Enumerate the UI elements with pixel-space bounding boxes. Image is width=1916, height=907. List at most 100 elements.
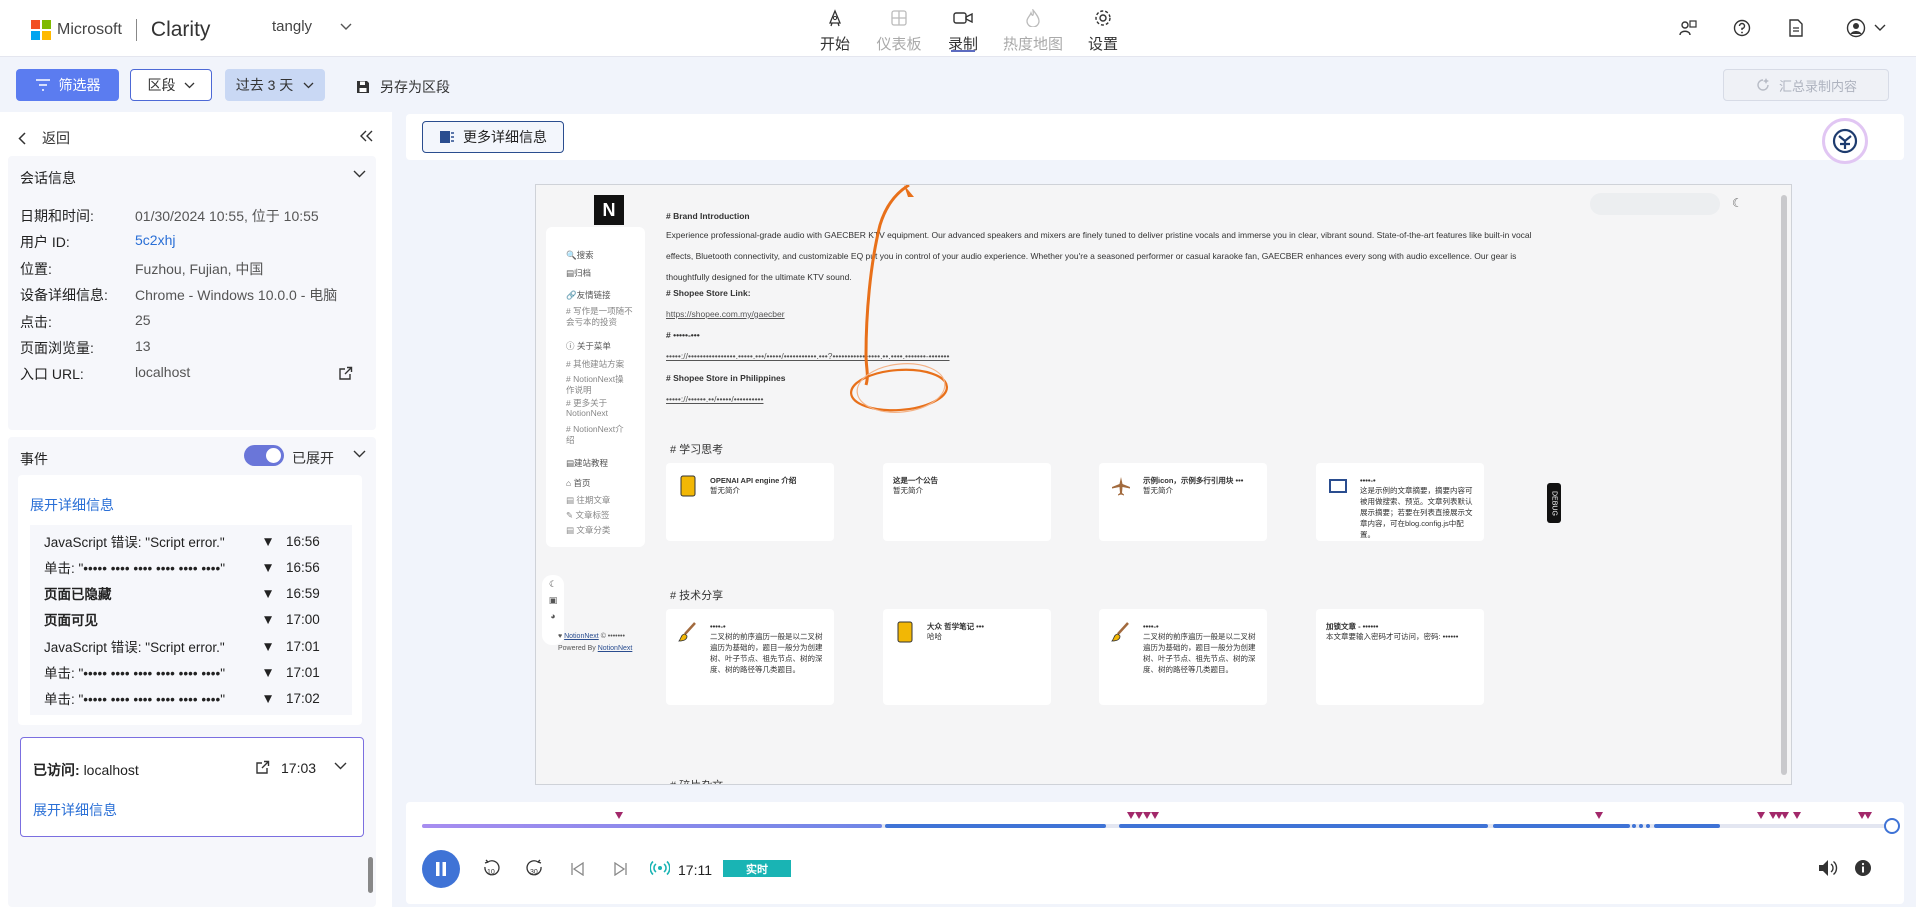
main-nav: 开始 仪表板 录制 热度地图 设置	[803, 4, 1135, 56]
chevron-down-icon[interactable]	[353, 450, 366, 458]
nav-settings[interactable]: 设置	[1071, 4, 1135, 56]
filters-button-label: 筛选器	[58, 77, 101, 93]
chevron-down-icon	[340, 23, 352, 30]
event-time: 17:01	[286, 664, 320, 680]
session-key: 点击:	[20, 314, 52, 330]
event-row[interactable]: 单击: "••••• •••• •••• •••• •••• ••••" ▼ 16:…	[30, 554, 352, 580]
more-details-button[interactable]: 更多详细信息	[422, 121, 564, 153]
filter-icon	[35, 79, 50, 91]
save-as-segment-label: 另存为区段	[380, 79, 450, 95]
event-marker[interactable]	[1143, 812, 1151, 819]
account-menu[interactable]	[1846, 16, 1886, 40]
forward-30-icon[interactable]: 30	[526, 859, 544, 879]
collapse-panel-icon[interactable]	[360, 130, 374, 142]
filters-button[interactable]: 筛选器	[16, 69, 119, 101]
timeline-handle[interactable]	[1884, 818, 1900, 834]
chevron-down-icon[interactable]	[334, 762, 347, 770]
chevron-down-icon	[184, 82, 194, 88]
timeline-segment	[1654, 824, 1720, 828]
event-time: 16:56	[286, 533, 320, 549]
back-button[interactable]: 返回	[18, 128, 70, 148]
save-as-segment-button[interactable]: 另存为区段	[356, 77, 450, 97]
event-detail: "Script error."	[141, 535, 225, 550]
top-bar: Microsoft Clarity tangly 开始 仪表板 录制 热度地图 …	[0, 0, 1916, 57]
timeline-segment	[1632, 824, 1636, 828]
event-marker[interactable]	[1127, 812, 1135, 819]
event-time: 17:00	[286, 611, 320, 627]
date-range-dropdown[interactable]: 过去 3 天	[225, 69, 325, 101]
event-marker[interactable]	[1781, 812, 1789, 819]
event-label: 页面已隐藏	[44, 587, 112, 602]
next-page-icon[interactable]	[614, 862, 628, 876]
nav-recordings[interactable]: 录制	[931, 4, 995, 56]
nav-heatmaps[interactable]: 热度地图	[995, 4, 1071, 56]
sidebar-scrollbar[interactable]	[368, 857, 373, 893]
video-icon	[953, 12, 973, 24]
share-people-icon[interactable]	[1676, 16, 1700, 40]
document-icon[interactable]	[1784, 16, 1808, 40]
event-row[interactable]: 页面已隐藏 ▼ 16:59	[30, 580, 352, 606]
session-value: Chrome - Windows 10.0.0 - 电脑	[135, 287, 338, 303]
event-row[interactable]: 单击: "••••• •••• •••• •••• •••• ••••" ▼ 17:…	[30, 685, 352, 711]
event-marker[interactable]	[1793, 812, 1801, 819]
expand-details-link[interactable]: 展开详细信息	[33, 800, 117, 820]
nav-dashboard[interactable]: 仪表板	[867, 4, 931, 56]
info-icon[interactable]	[1854, 859, 1872, 877]
sparkle-refresh-icon	[1757, 78, 1769, 91]
expand-details-link[interactable]: 展开详细信息	[30, 495, 114, 515]
visited-page-card[interactable]: 已访问: localhost 17:03 展开详细信息	[20, 737, 364, 837]
timeline-track[interactable]	[422, 824, 1888, 828]
session-row-pageviews: 页面浏览量: 13	[20, 338, 151, 358]
timeline-segment	[1646, 824, 1650, 828]
event-label: 单击:	[44, 666, 75, 681]
expand-toggle[interactable]	[244, 445, 284, 466]
svg-text:10: 10	[487, 869, 495, 876]
project-selector[interactable]: tangly	[272, 18, 352, 35]
caret-down-icon: ▼	[261, 559, 275, 575]
event-marker[interactable]	[615, 812, 623, 819]
event-time: 17:02	[286, 690, 320, 706]
summarize-recordings-button[interactable]: 汇总录制内容	[1723, 69, 1889, 101]
nav-settings-label: 设置	[1087, 36, 1118, 53]
expand-toggle-label: 已展开	[292, 450, 334, 466]
page-events-card: 展开详细信息 JavaScript 错误: "Script error." ▼ 16…	[18, 475, 362, 725]
event-row[interactable]: 单击: "••••• •••• •••• •••• •••• ••••" ▼ 17:…	[30, 659, 352, 685]
session-row-location: 位置: Fuzhou, Fujian, 中国	[20, 259, 263, 279]
user-id-link[interactable]: 5c2xhj	[135, 232, 175, 252]
chevron-down-icon	[1874, 24, 1886, 31]
external-link-icon[interactable]	[255, 760, 270, 775]
external-link-icon[interactable]	[338, 366, 353, 381]
microsoft-logo[interactable]: Microsoft Clarity	[31, 18, 210, 42]
rewind-10-icon[interactable]: 10	[482, 859, 500, 879]
copilot-icon	[1832, 128, 1858, 154]
chevron-left-icon	[18, 131, 26, 145]
event-row[interactable]: JavaScript 错误: "Script error." ▼ 17:01	[30, 633, 352, 659]
live-badge[interactable]: 实时	[723, 860, 791, 877]
event-row[interactable]: JavaScript 错误: "Script error." ▼ 16:56	[30, 528, 352, 554]
event-marker[interactable]	[1135, 812, 1143, 819]
event-marker[interactable]	[1151, 812, 1159, 819]
volume-icon[interactable]	[1818, 859, 1838, 877]
event-marker[interactable]	[1757, 812, 1765, 819]
session-key: 日期和时间:	[20, 208, 94, 224]
event-marker[interactable]	[1864, 812, 1872, 819]
timeline-segment	[1639, 824, 1643, 828]
nav-start[interactable]: 开始	[803, 4, 867, 56]
event-marker[interactable]	[1595, 812, 1603, 819]
session-row-date: 日期和时间: 01/30/2024 10:55, 位于 10:55	[20, 206, 319, 226]
copilot-button[interactable]	[1822, 118, 1868, 164]
segment-label: 区段	[147, 77, 176, 93]
details-panel-icon	[440, 131, 454, 143]
event-detail: "Script error."	[141, 640, 225, 655]
timeline-segment	[1493, 824, 1630, 828]
previous-page-icon[interactable]	[570, 862, 584, 876]
session-replay-viewport[interactable]: N ☾ 🔍搜索 ▤归档 🔗友情链接 # 写作是一项随不 会亏本的投资 ⓘ 关于菜…	[535, 184, 1792, 785]
event-row[interactable]: 页面可见 ▼ 17:00	[30, 606, 352, 632]
pause-button[interactable]	[422, 850, 460, 888]
visited-time: 17:03	[281, 760, 317, 776]
chevron-down-icon[interactable]	[353, 170, 366, 178]
segment-dropdown[interactable]: 区段	[130, 69, 212, 101]
help-icon[interactable]	[1730, 16, 1754, 40]
event-time: 16:56	[286, 559, 320, 575]
nav-heatmaps-label: 热度地图	[1002, 36, 1063, 53]
